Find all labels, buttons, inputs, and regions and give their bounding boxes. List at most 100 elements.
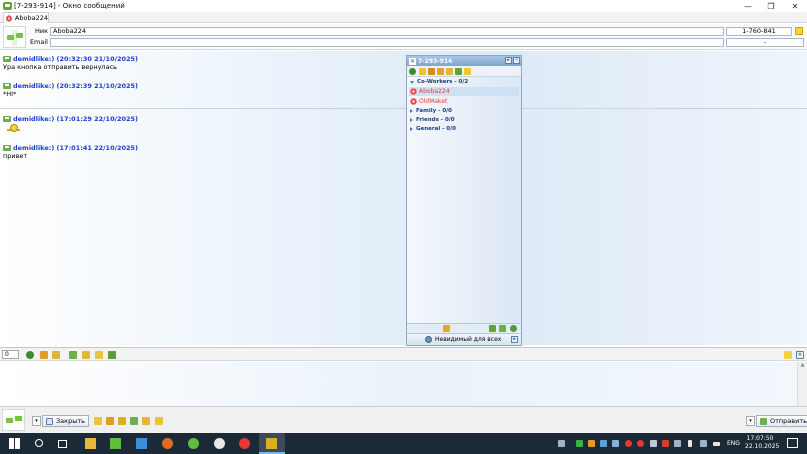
people-icon[interactable] bbox=[558, 440, 565, 447]
windows-start-icon[interactable] bbox=[9, 438, 20, 449]
microphone-icon[interactable] bbox=[688, 440, 692, 447]
taskbar-qip-active[interactable] bbox=[259, 433, 285, 454]
contact-list-titlebar[interactable]: ✕ 7-293-914 ▸ – bbox=[407, 56, 521, 66]
send-menu-dropdown[interactable]: ▾ bbox=[746, 416, 755, 426]
send-button[interactable]: Отправить bbox=[756, 415, 807, 427]
qip-icon bbox=[266, 438, 277, 449]
contact-aboba224[interactable]: Aboba224 bbox=[409, 87, 519, 96]
history-icon[interactable] bbox=[155, 417, 163, 425]
tray-app-icon[interactable] bbox=[588, 440, 595, 447]
add-icon[interactable] bbox=[489, 325, 496, 332]
tray-app-icon[interactable] bbox=[650, 440, 657, 447]
message-header: demidlike:) (20:32:39 21/10/2025) bbox=[3, 82, 138, 90]
sms-icon[interactable] bbox=[446, 68, 453, 75]
invisible-status-icon bbox=[425, 336, 432, 343]
chevron-right-icon bbox=[410, 118, 413, 122]
chat-icon[interactable] bbox=[130, 417, 138, 425]
tray-app-icon[interactable] bbox=[600, 440, 607, 447]
reply-icon[interactable] bbox=[94, 417, 102, 425]
settings-icon[interactable] bbox=[499, 325, 506, 332]
search-icon[interactable] bbox=[419, 68, 426, 75]
spell-icon[interactable] bbox=[52, 351, 60, 359]
help-icon[interactable] bbox=[510, 325, 517, 332]
close-icon[interactable]: ✕ bbox=[409, 57, 416, 65]
history-icon[interactable] bbox=[428, 68, 435, 75]
close-input-icon[interactable]: ✕ bbox=[796, 351, 804, 359]
uin-field[interactable]: 1-760-841 bbox=[726, 27, 792, 36]
notes-icon[interactable] bbox=[464, 68, 471, 75]
search-icon[interactable] bbox=[35, 439, 43, 447]
contact-avatar[interactable] bbox=[3, 26, 26, 48]
status-menu-icon[interactable]: ▸ bbox=[511, 336, 518, 343]
tray-app-icon[interactable] bbox=[625, 440, 632, 447]
own-avatar[interactable] bbox=[2, 409, 25, 431]
history-button-icon[interactable] bbox=[95, 351, 103, 359]
forward-icon[interactable] bbox=[106, 417, 114, 425]
itunes-icon[interactable] bbox=[214, 438, 225, 449]
tray-app-icon[interactable] bbox=[576, 440, 583, 447]
email-field[interactable] bbox=[50, 38, 724, 47]
task-view-icon[interactable] bbox=[58, 440, 67, 448]
app-icon[interactable] bbox=[110, 438, 121, 449]
nick-field[interactable]: Aboba224 bbox=[50, 27, 724, 36]
compose-area: ▲ bbox=[0, 362, 807, 406]
group-friends[interactable]: Friends - 0/0 bbox=[410, 117, 455, 123]
message-header: demidlike:) (17:01:29 22/10/2025) bbox=[3, 115, 138, 123]
scroll-up-icon[interactable]: ▲ bbox=[798, 362, 807, 368]
file-explorer-icon[interactable] bbox=[85, 438, 96, 449]
yandex-tray-icon[interactable] bbox=[637, 440, 644, 447]
battery-icon[interactable] bbox=[713, 442, 720, 446]
close-window-button[interactable]: ✕ bbox=[785, 0, 805, 12]
smiley-icon bbox=[7, 124, 20, 134]
volume-icon[interactable] bbox=[674, 440, 681, 447]
menu-icon[interactable]: ▸ bbox=[505, 57, 512, 64]
firefox-icon[interactable] bbox=[162, 438, 173, 449]
message-input[interactable] bbox=[0, 362, 797, 406]
message-text: привет bbox=[3, 152, 28, 160]
clock[interactable]: 17:07:50 22.10.2025 bbox=[745, 435, 779, 451]
contact-oldmaket[interactable]: OldMaket bbox=[409, 97, 519, 106]
compose-scrollbar[interactable]: ▲ bbox=[797, 362, 807, 406]
group-family[interactable]: Family - 0/0 bbox=[410, 108, 452, 114]
notes-icon[interactable] bbox=[784, 351, 792, 359]
char-counter: 0 bbox=[2, 350, 19, 359]
send-file-icon[interactable] bbox=[69, 351, 77, 359]
log-icon[interactable] bbox=[142, 417, 150, 425]
message-header: demidlike:) (20:32:30 21/10/2025) bbox=[3, 55, 138, 63]
add-contact-icon[interactable] bbox=[437, 68, 444, 75]
contact-list-toolbar bbox=[407, 66, 521, 77]
notifications-icon[interactable] bbox=[787, 438, 798, 448]
status-icon[interactable] bbox=[409, 68, 416, 75]
language-indicator[interactable]: ENG bbox=[727, 440, 740, 447]
main-menu-icon[interactable] bbox=[443, 325, 450, 332]
smiley-picker-icon[interactable] bbox=[26, 351, 34, 359]
translit-icon[interactable] bbox=[40, 351, 48, 359]
minimize-icon[interactable]: – bbox=[513, 57, 520, 64]
group-co-workers[interactable]: Co-Workers - 0/2 bbox=[410, 79, 468, 85]
contacts-icon[interactable] bbox=[108, 351, 116, 359]
quote-icon[interactable] bbox=[82, 351, 90, 359]
maximize-button[interactable]: ❐ bbox=[761, 0, 781, 12]
chevron-down-icon bbox=[410, 80, 414, 84]
tray-app-icon[interactable] bbox=[662, 440, 669, 447]
tab-aboba224[interactable]: Aboba224 bbox=[3, 12, 49, 23]
user-info-icon[interactable] bbox=[795, 27, 803, 35]
group-general[interactable]: General - 0/0 bbox=[410, 126, 456, 132]
close-menu-dropdown[interactable]: ▾ bbox=[32, 416, 41, 426]
chevron-right-icon bbox=[410, 109, 413, 113]
close-button[interactable]: Закрыть bbox=[42, 415, 89, 427]
tray-app-icon[interactable] bbox=[612, 440, 619, 447]
message-history[interactable]: demidlike:) (20:32:30 21/10/2025) Ура кн… bbox=[0, 51, 807, 345]
app-icon[interactable] bbox=[136, 438, 147, 449]
status-selector[interactable]: Невидимый для всех ▸ bbox=[407, 333, 521, 345]
message-header: demidlike:) (17:01:41 22/10/2025) bbox=[3, 144, 138, 152]
wifi-icon[interactable] bbox=[700, 440, 707, 447]
contact-list-body: Co-Workers - 0/2 Aboba224 OldMaket Famil… bbox=[407, 77, 521, 323]
app-icon[interactable] bbox=[188, 438, 199, 449]
status-label: Невидимый для всех bbox=[435, 336, 502, 343]
users-icon[interactable] bbox=[455, 68, 462, 75]
extra-field[interactable]: - bbox=[726, 38, 804, 47]
yandex-browser-icon[interactable] bbox=[239, 438, 250, 449]
translate-icon[interactable] bbox=[118, 417, 126, 425]
minimize-button[interactable]: — bbox=[738, 0, 758, 12]
